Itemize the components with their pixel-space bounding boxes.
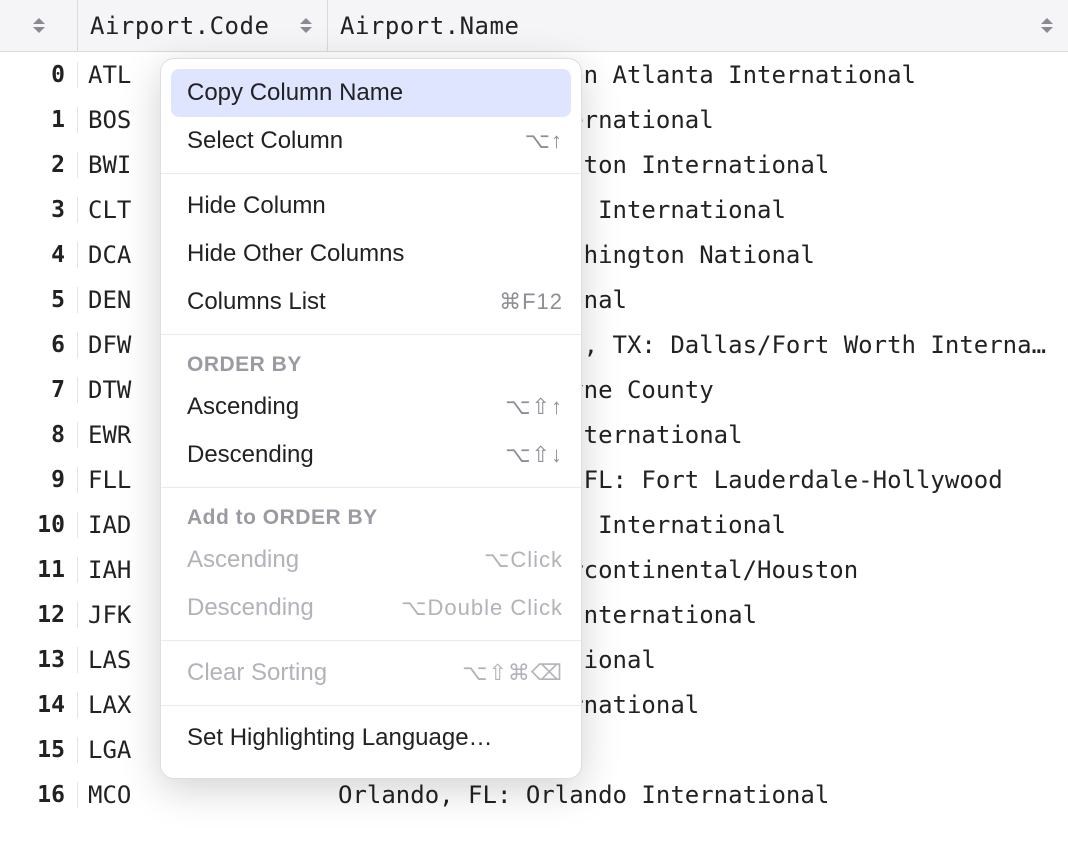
menu-item-label: Copy Column Name [187,79,563,107]
row-index: 12 [0,602,78,628]
menu-item-label: Ascending [187,546,484,574]
menu-item-order-descending[interactable]: Descending ⌥⇧↓ [161,431,581,479]
row-index: 15 [0,737,78,763]
menu-shortcut: ⌥⇧↑ [505,394,563,420]
row-index: 2 [0,152,78,178]
row-index: 5 [0,287,78,313]
column-header-label: Airport.Name [340,12,1028,40]
menu-item-label: Select Column [187,127,525,155]
menu-section-add-order-by: Add to ORDER BY [161,496,581,536]
column-header-airport-name[interactable]: Airport.Name [328,0,1068,51]
menu-shortcut: ⌥Click [484,547,563,573]
row-index: 0 [0,62,78,88]
table-header: Airport.Code Airport.Name [0,0,1068,52]
menu-item-columns-list[interactable]: Columns List ⌘F12 [161,278,581,326]
row-index: 8 [0,422,78,448]
row-index: 4 [0,242,78,268]
menu-separator [161,640,581,641]
menu-shortcut: ⌥⇧↓ [505,442,563,468]
menu-separator [161,487,581,488]
cell-airport-name[interactable]: Orlando, FL: Orlando International [328,781,1068,809]
column-header-label: Airport.Code [90,12,287,40]
column-header-index[interactable] [0,0,78,51]
column-context-menu: Copy Column Name Select Column ⌥↑ Hide C… [160,58,582,779]
cell-airport-code[interactable]: MCO [78,781,328,809]
menu-item-copy-column-name[interactable]: Copy Column Name [171,69,571,117]
menu-item-order-ascending[interactable]: Ascending ⌥⇧↑ [161,383,581,431]
menu-shortcut: ⌥Double Click [401,595,563,621]
row-index: 3 [0,197,78,223]
row-index: 9 [0,467,78,493]
menu-separator [161,173,581,174]
menu-shortcut: ⌘F12 [499,289,563,315]
column-header-airport-code[interactable]: Airport.Code [78,0,328,51]
row-index: 1 [0,107,78,133]
menu-item-label: Hide Column [187,192,563,220]
menu-item-set-highlighting-language[interactable]: Set Highlighting Language… [161,714,581,762]
row-index: 7 [0,377,78,403]
menu-item-select-column[interactable]: Select Column ⌥↑ [161,117,581,165]
row-index: 16 [0,782,78,808]
menu-item-label: Clear Sorting [187,659,462,687]
sort-icon [30,18,48,33]
menu-item-hide-column[interactable]: Hide Column [161,182,581,230]
menu-shortcut: ⌥↑ [525,128,563,154]
menu-section-order-by: ORDER BY [161,343,581,383]
menu-item-label: Descending [187,441,505,469]
menu-item-label: Hide Other Columns [187,240,563,268]
menu-item-label: Descending [187,594,401,622]
menu-separator [161,334,581,335]
row-index: 14 [0,692,78,718]
menu-item-hide-other-columns[interactable]: Hide Other Columns [161,230,581,278]
menu-item-add-order-ascending: Ascending ⌥Click [161,536,581,584]
row-index: 6 [0,332,78,358]
menu-shortcut: ⌥⇧⌘⌫ [462,660,563,686]
menu-item-clear-sorting: Clear Sorting ⌥⇧⌘⌫ [161,649,581,697]
sort-icon [297,18,315,33]
menu-item-add-order-descending: Descending ⌥Double Click [161,584,581,632]
row-index: 13 [0,647,78,673]
row-index: 11 [0,557,78,583]
row-index: 10 [0,512,78,538]
sort-icon [1038,18,1056,33]
menu-item-label: Set Highlighting Language… [187,724,563,752]
menu-separator [161,705,581,706]
menu-item-label: Columns List [187,288,499,316]
menu-item-label: Ascending [187,393,505,421]
